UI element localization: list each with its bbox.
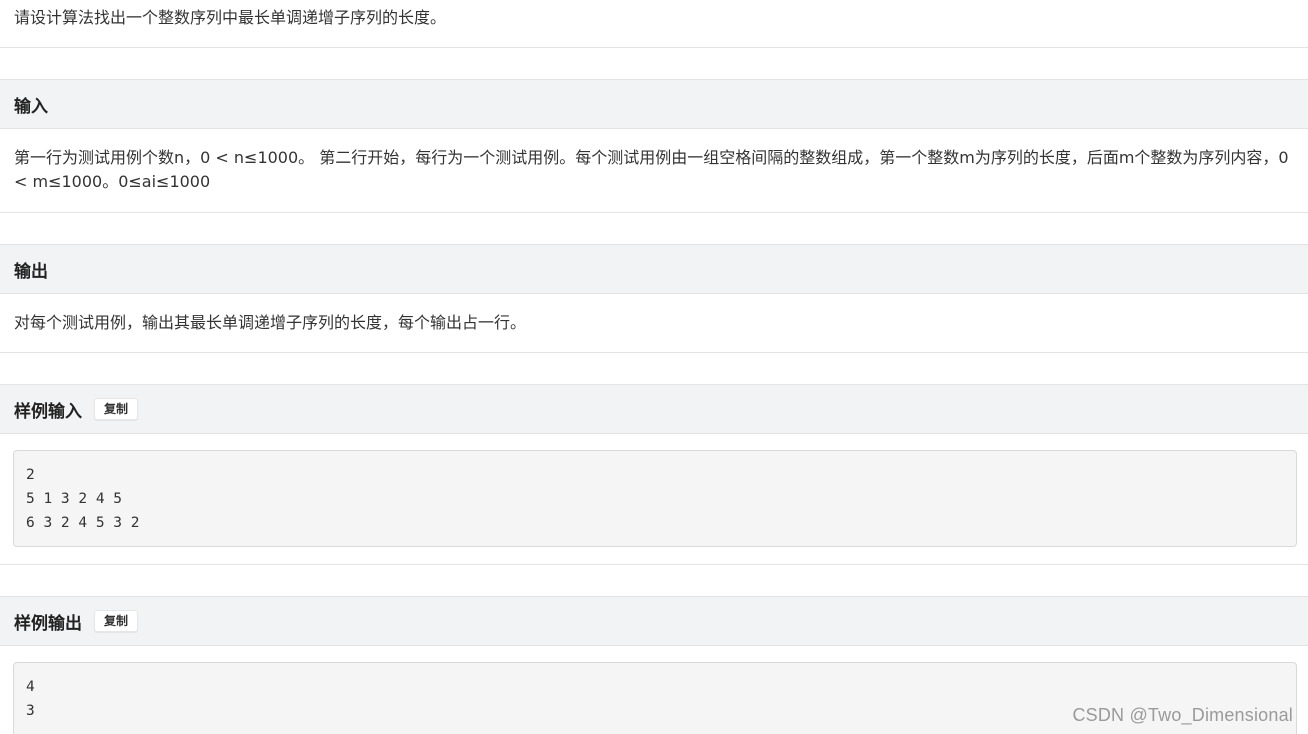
problem-page: 请设计算法找出一个整数序列中最长单调递增子序列的长度。 输入 第一行为测试用例个… — [0, 0, 1308, 734]
sample-input-heading: 样例输入 复制 — [0, 384, 1308, 434]
sample-output-heading: 样例输出 复制 — [0, 596, 1308, 646]
output-description: 对每个测试用例，输出其最长单调递增子序列的长度，每个输出占一行。 — [0, 294, 1308, 353]
csdn-watermark: CSDN @Two_Dimensional — [1072, 705, 1293, 725]
sample-input-code[interactable]: 2 5 1 3 2 4 5 6 3 2 4 5 3 2 — [13, 450, 1297, 547]
copy-sample-input-button[interactable]: 复制 — [94, 398, 139, 420]
description-text: 请设计算法找出一个整数序列中最长单调递增子序列的长度。 — [14, 8, 447, 27]
input-title: 输入 — [14, 96, 48, 117]
input-description: 第一行为测试用例个数n，0 < n≤1000。 第二行开始，每行为一个测试用例。… — [0, 129, 1308, 213]
input-description-text: 第一行为测试用例个数n，0 < n≤1000。 第二行开始，每行为一个测试用例。… — [14, 148, 1289, 191]
sample-input-title: 样例输入 — [14, 401, 82, 422]
input-heading: 输入 — [0, 79, 1308, 129]
problem-description: 请设计算法找出一个整数序列中最长单调递增子序列的长度。 — [0, 0, 1308, 48]
output-description-text: 对每个测试用例，输出其最长单调递增子序列的长度，每个输出占一行。 — [14, 313, 527, 332]
output-heading: 输出 — [0, 244, 1308, 294]
sample-input-body: 2 5 1 3 2 4 5 6 3 2 4 5 3 2 — [0, 434, 1308, 565]
copy-sample-output-button[interactable]: 复制 — [94, 610, 139, 632]
output-title: 输出 — [14, 261, 48, 282]
sample-output-title: 样例输出 — [14, 613, 82, 634]
